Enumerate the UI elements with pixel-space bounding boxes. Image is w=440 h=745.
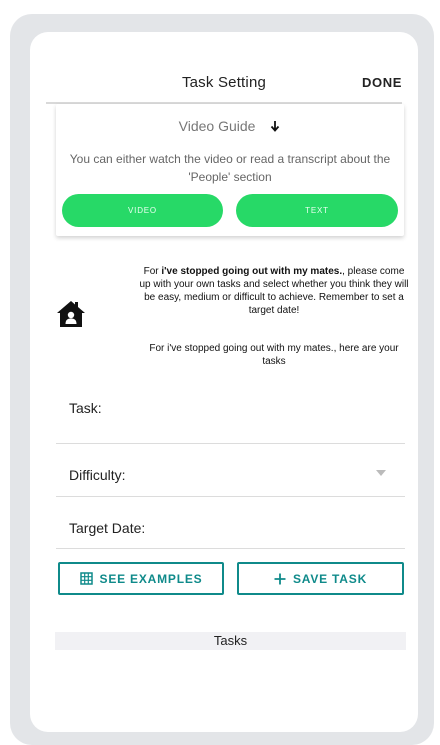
header: Task Setting DONE <box>30 32 418 104</box>
arrow-down-icon <box>271 121 280 132</box>
video-guide-title: Video Guide <box>178 118 256 134</box>
plus-icon <box>274 573 286 585</box>
video-button[interactable]: VIDEO <box>62 194 223 227</box>
video-guide-description: You can either watch the video or read a… <box>69 152 391 184</box>
done-button[interactable]: DONE <box>362 75 402 90</box>
see-examples-label: SEE EXAMPLES <box>99 571 203 586</box>
instructions-prefix: For <box>143 266 162 277</box>
see-examples-button[interactable]: SEE EXAMPLES <box>58 562 224 595</box>
page-title: Task Setting <box>181 74 267 91</box>
difficulty-select[interactable] <box>56 496 405 497</box>
chevron-down-icon[interactable] <box>376 470 386 476</box>
tasks-section-header: Tasks <box>55 632 406 650</box>
target-date-field[interactable] <box>56 548 405 549</box>
task-instructions: For i've stopped going out with my mates… <box>138 265 410 317</box>
target-date-label: Target Date: <box>69 520 146 536</box>
difficulty-label: Difficulty: <box>69 467 126 483</box>
video-guide-card: Video Guide You can either watch the vid… <box>56 104 404 236</box>
task-label: Task: <box>69 400 102 416</box>
app-screen: Task Setting DONE Video Guide You can ei… <box>30 32 418 732</box>
save-task-button[interactable]: SAVE TASK <box>237 562 404 595</box>
text-button[interactable]: TEXT <box>236 194 398 227</box>
tasks-intro: For i've stopped going out with my mates… <box>149 343 399 367</box>
house-user-icon <box>57 301 85 327</box>
task-input[interactable] <box>56 443 405 444</box>
video-guide-toggle[interactable]: Video Guide <box>56 118 404 134</box>
instructions-topic: i've stopped going out with my mates. <box>161 266 343 277</box>
grid-icon <box>79 572 93 585</box>
save-task-label: SAVE TASK <box>292 571 368 586</box>
